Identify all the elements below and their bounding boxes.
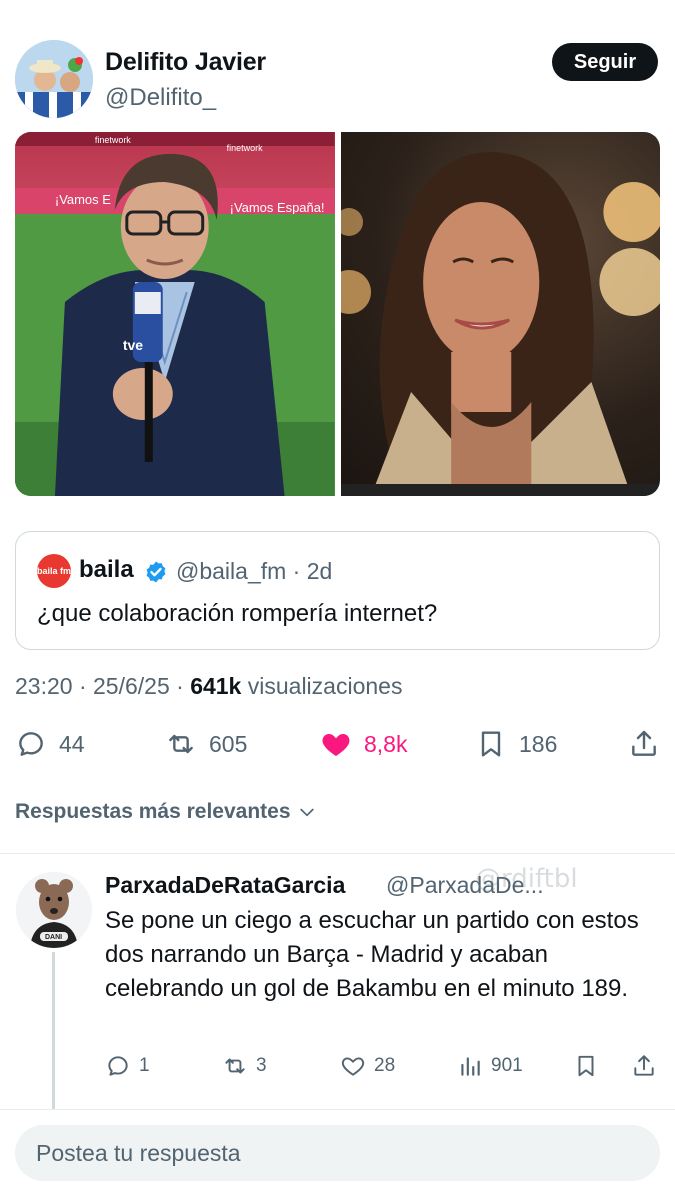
view-count: 641k xyxy=(190,673,242,699)
banner-text-2: ¡Vamos España! xyxy=(230,200,325,215)
reply-like-count: 28 xyxy=(374,1055,396,1076)
board-text: finetwork xyxy=(95,135,131,145)
reply-share-button[interactable] xyxy=(631,1048,657,1084)
reply-author-name[interactable]: ParxadaDeRataGarcia xyxy=(105,872,345,899)
follow-button[interactable]: Seguir xyxy=(552,43,658,81)
heart-icon xyxy=(341,1057,365,1076)
repost-icon xyxy=(169,734,193,754)
bookmark-icon xyxy=(578,1055,594,1077)
media-image-woman[interactable] xyxy=(340,132,660,496)
thread-line xyxy=(52,952,55,1110)
reply-reply-count: 1 xyxy=(139,1055,150,1076)
svg-text:finetwork: finetwork xyxy=(227,143,263,153)
tweet-meta: 23:20 · 25/6/25 · 641k visualizaciones xyxy=(15,673,402,700)
bookmark-count: 186 xyxy=(519,730,558,757)
bookmark-button[interactable]: 186 xyxy=(475,722,557,766)
reply-like-button[interactable]: 28 xyxy=(340,1048,395,1084)
quote-text: ¿que colaboración rompería internet? xyxy=(37,600,438,627)
like-count: 8,8k xyxy=(364,730,408,757)
reply-actions-bar: 1 3 28 901 xyxy=(105,1048,660,1084)
composer-divider xyxy=(0,1109,675,1110)
reply-repost-count: 3 xyxy=(256,1055,267,1076)
bookmark-icon xyxy=(481,731,501,757)
reply-icon xyxy=(19,732,43,756)
watermark: @rdiftbl xyxy=(475,864,578,894)
section-divider xyxy=(0,853,675,854)
banner-text-1: ¡Vamos E xyxy=(55,192,111,207)
like-button[interactable]: 8,8k xyxy=(320,722,407,766)
share-icon xyxy=(634,1055,654,1076)
reply-view-count: 901 xyxy=(491,1055,523,1076)
reply-avatar[interactable]: DANI xyxy=(16,872,92,948)
quote-handle-time: @baila_fm · 2d xyxy=(176,558,333,584)
tweet-actions-bar: 44 605 8,8k 186 xyxy=(15,722,660,766)
quote-avatar[interactable]: baila fm xyxy=(37,554,71,588)
chevron-down-icon xyxy=(299,808,314,817)
media-image-commentator[interactable]: finetwork finetwork ¡Vamos E ¡Vamos Espa… xyxy=(15,132,335,496)
repost-icon xyxy=(225,1058,245,1074)
heart-filled-icon xyxy=(322,734,350,756)
reply-count: 44 xyxy=(59,730,85,757)
repost-count: 605 xyxy=(209,730,248,757)
reply-button[interactable]: 44 xyxy=(15,722,85,766)
repost-button[interactable]: 605 xyxy=(165,722,247,766)
author-name[interactable]: Delifito Javier xyxy=(105,48,266,77)
mic-label: tve xyxy=(123,337,143,353)
reply-views-button[interactable]: 901 xyxy=(457,1048,523,1084)
reply-repost-button[interactable]: 3 xyxy=(222,1048,267,1084)
replies-sort-label: Respuestas más relevantes xyxy=(15,800,291,823)
views-bar-chart-icon xyxy=(461,1057,480,1076)
tweet-media-grid: finetwork finetwork ¡Vamos E ¡Vamos Espa… xyxy=(15,132,660,496)
tweet-author-header: Delifito Javier @Delifito_ Seguir xyxy=(15,40,660,120)
avatar-badge: DANI xyxy=(45,934,62,941)
reply-composer-input[interactable] xyxy=(15,1125,660,1181)
reply-bookmark-button[interactable] xyxy=(573,1048,599,1084)
reply-reply-button[interactable]: 1 xyxy=(105,1048,150,1084)
replies-sort-dropdown[interactable]: Respuestas más relevantes xyxy=(15,800,317,824)
quote-author-name: baila xyxy=(79,556,134,583)
reply-icon xyxy=(108,1056,128,1076)
author-avatar[interactable] xyxy=(15,40,93,118)
share-icon xyxy=(632,730,656,756)
tweet-timestamp[interactable]: 23:20 · 25/6/25 · xyxy=(15,673,190,699)
views-label: visualizaciones xyxy=(241,673,403,699)
verified-badge-icon xyxy=(146,561,166,583)
share-button[interactable] xyxy=(628,722,660,766)
author-handle[interactable]: @Delifito_ xyxy=(105,84,216,112)
reply-text: Se pone un ciego a escuchar un partido c… xyxy=(105,907,639,1002)
quoted-tweet-card[interactable]: baila fm baila @baila_fm · 2d ¿que colab… xyxy=(15,531,660,650)
